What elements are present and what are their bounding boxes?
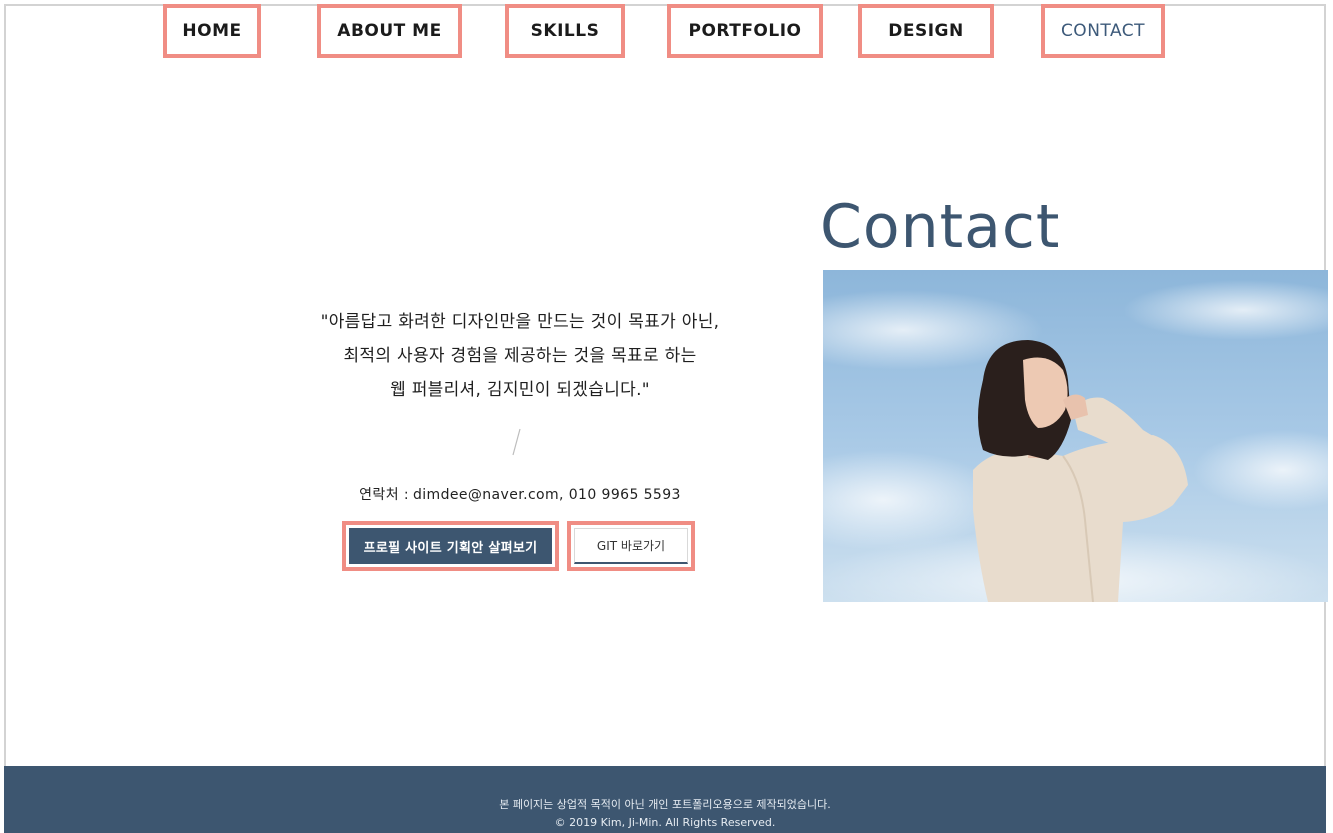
profile-plan-button-label: 프로필 사이트 기획안 살펴보기 [349, 528, 552, 564]
nav-item-portfolio[interactable]: PORTFOLIO [667, 4, 823, 58]
contact-value: dimdee@naver.com, 010 9965 5593 [412, 487, 681, 503]
woman-photo-illustration [823, 270, 1328, 602]
footer-copyright: © 2019 Kim, Ji-Min. All Rights Reserved. [554, 816, 776, 829]
git-link-button-label: GIT 바로가기 [574, 528, 688, 564]
contact-info: 연락처 : dimdee@naver.com, 010 9965 5593 [240, 484, 800, 504]
footer-notice: 본 페이지는 상업적 목적이 아닌 개인 포트폴리오용으로 제작되었습니다. [499, 798, 831, 811]
profile-photo [823, 270, 1328, 602]
nav-item-design[interactable]: DESIGN [858, 4, 994, 58]
footer: 본 페이지는 상업적 목적이 아닌 개인 포트폴리오용으로 제작되었습니다. ©… [4, 766, 1326, 833]
quote-line: 최적의 사용자 경험을 제공하는 것을 목표로 하는 [343, 346, 697, 366]
quote-line: 웹 퍼블리셔, 김지민이 되겠습니다." [390, 380, 650, 400]
quote-text: "아름답고 화려한 디자인만을 만드는 것이 목표가 아닌, 최적의 사용자 경… [230, 305, 810, 407]
nav-item-skills[interactable]: SKILLS [505, 4, 625, 58]
profile-plan-button[interactable]: 프로필 사이트 기획안 살펴보기 [342, 521, 559, 571]
nav-item-about-me[interactable]: ABOUT ME [317, 4, 462, 58]
nav-item-contact[interactable]: CONTACT [1041, 4, 1165, 58]
nav-item-home[interactable]: HOME [163, 4, 261, 58]
section-title: Contact [820, 192, 1061, 262]
quote-line: "아름답고 화려한 디자인만을 만드는 것이 목표가 아닌, [320, 312, 720, 332]
slash-divider-icon [512, 428, 521, 456]
git-link-button[interactable]: GIT 바로가기 [567, 521, 695, 571]
contact-label: 연락처 : [359, 487, 409, 503]
